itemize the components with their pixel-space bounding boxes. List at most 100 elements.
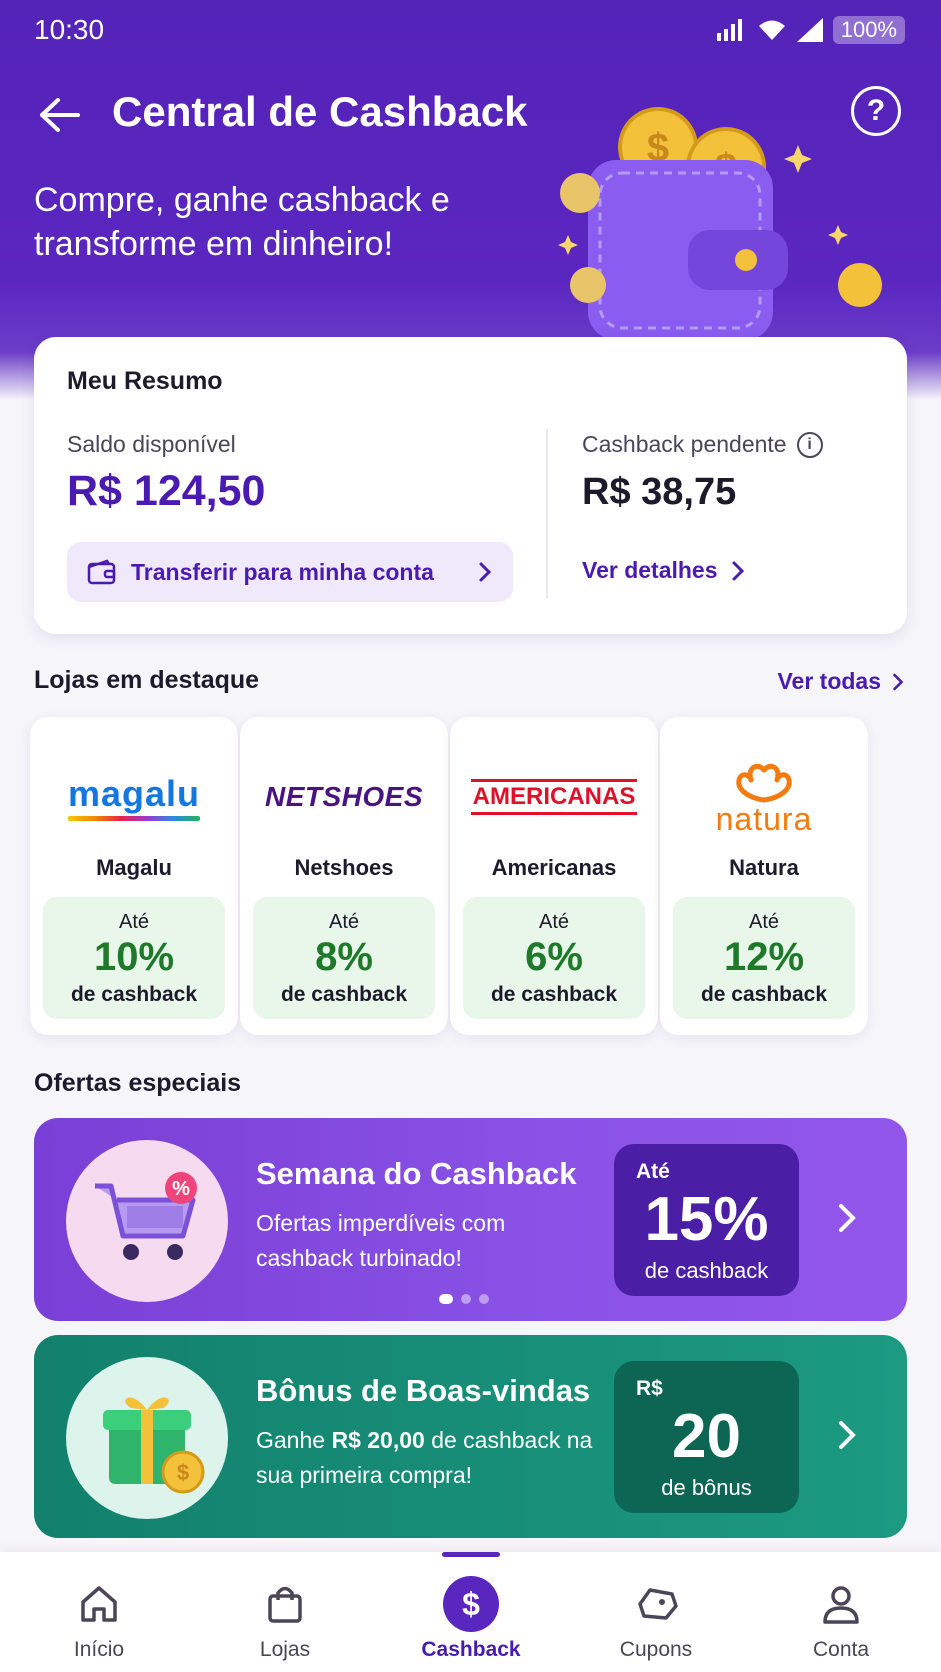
stores-section-title: Lojas em destaque: [34, 666, 260, 694]
hero-subtitle: Compre, ganhe cashback e transforme em d…: [34, 181, 450, 263]
details-link[interactable]: Ver detalhes: [582, 557, 746, 584]
store-card-americanas[interactable]: AMERICANAS Americanas Até 6% de cashback: [450, 717, 658, 1035]
offer-description: Ganhe R$ 20,00 de cashback na sua primei…: [256, 1423, 596, 1493]
store-logo: NETSHOES: [240, 757, 448, 837]
svg-text:%: %: [172, 1178, 190, 1200]
offer-desc-amount: R$ 20,00: [331, 1427, 425, 1453]
pending-value: R$ 38,75: [582, 471, 737, 513]
store-logo: natura: [660, 757, 868, 837]
chevron-right-icon: [893, 673, 904, 690]
pill-percent: 12%: [723, 935, 805, 979]
info-icon[interactable]: i: [796, 431, 823, 458]
offer-desc-pre: Ganhe: [256, 1427, 332, 1453]
chevron-right-icon: [479, 562, 492, 582]
nav-item-cashback[interactable]: $ Cashback: [396, 1566, 546, 1666]
nav-label: Conta: [812, 1638, 870, 1661]
transfer-button[interactable]: Transferir para minha conta: [67, 542, 513, 602]
offer-description: Ofertas imperdíveis com cashback turbina…: [256, 1210, 506, 1271]
status-bar: 10:30 100%: [0, 0, 941, 60]
nav-label: Início: [73, 1638, 125, 1661]
store-name: Netshoes: [294, 855, 394, 880]
nav-item-conta[interactable]: Conta: [766, 1566, 916, 1666]
cashback-pill: Até 10% de cashback: [43, 897, 225, 1019]
store-name: Natura: [729, 855, 799, 880]
pill-sub: de cashback: [490, 983, 618, 1006]
store-logo: magalu: [30, 757, 238, 837]
pill-upto: Até: [748, 911, 780, 933]
chevron-right-icon: [839, 1421, 856, 1449]
natura-logo-text: natura: [715, 801, 813, 837]
carousel-dot[interactable]: [461, 1294, 471, 1304]
signal-icon: [716, 19, 742, 41]
pending-label-text: Cashback pendente: [582, 431, 787, 457]
status-time: 10:30: [34, 14, 105, 45]
offer-badge: R$ 20 de bônus: [614, 1361, 799, 1513]
wallet-icon: [87, 559, 116, 585]
cashback-pill: Até 8% de cashback: [253, 897, 435, 1019]
badge-bottom: de bônus: [661, 1475, 752, 1500]
wifi-icon: [758, 20, 785, 40]
balance-value: R$ 124,50: [67, 467, 266, 515]
pill-sub: de cashback: [280, 983, 408, 1006]
carousel-dot[interactable]: [479, 1294, 489, 1304]
svg-text:$: $: [177, 1460, 189, 1485]
pill-sub: de cashback: [700, 983, 828, 1006]
pill-percent: 10%: [93, 935, 175, 979]
cashback-pill: Até 12% de cashback: [673, 897, 855, 1019]
featured-stores: magalu Magalu Até 10% de cashback NETSHO…: [30, 717, 912, 1035]
netshoes-logo: NETSHOES: [264, 781, 424, 812]
natura-flower-icon: [736, 763, 792, 803]
summary-divider: [546, 429, 548, 599]
store-card-magalu[interactable]: magalu Magalu Até 10% de cashback: [30, 717, 238, 1035]
badge-bottom: de cashback: [644, 1258, 769, 1283]
bottom-nav: Início Lojas $ Cashback Cupons Conta: [0, 1552, 941, 1672]
wallet-coins-illustration: $ $: [558, 107, 882, 340]
summary-title: Meu Resumo: [67, 367, 223, 395]
carousel-dots[interactable]: [439, 1294, 489, 1304]
chevron-right-icon: [732, 561, 744, 580]
carousel-dot-active[interactable]: [439, 1294, 453, 1304]
nav-active-indicator: [442, 1552, 500, 1557]
store-name: Americanas: [491, 855, 617, 880]
page-title: Central de Cashback: [112, 88, 528, 135]
see-all-link[interactable]: Ver todas: [777, 668, 905, 695]
nav-item-inicio[interactable]: Início: [24, 1566, 174, 1666]
store-logo: AMERICANAS: [450, 757, 658, 837]
nav-label: Cupons: [619, 1638, 693, 1661]
store-card-netshoes[interactable]: NETSHOES Netshoes Até 8% de cashback: [240, 717, 448, 1035]
offer-title: Bônus de Boas-vindas: [256, 1373, 591, 1408]
americanas-logo: AMERICANAS: [470, 779, 638, 815]
shopping-cart-icon: %: [95, 1172, 197, 1260]
gift-icon: $: [103, 1397, 205, 1494]
offer-illustration: %: [66, 1140, 228, 1302]
pending-label: Cashback pendente i: [582, 431, 823, 458]
summary-card: Meu Resumo Saldo disponível R$ 124,50 Tr…: [34, 337, 907, 634]
natura-logo: natura: [715, 760, 813, 837]
nav-item-lojas[interactable]: Lojas: [210, 1566, 360, 1666]
offer-card-welcome-bonus[interactable]: $ Bônus de Boas-vindas Ganhe R$ 20,00 de…: [34, 1335, 907, 1538]
shopping-bag-icon: [257, 1576, 313, 1632]
arrow-left-icon: [40, 98, 80, 132]
store-card-natura[interactable]: natura Natura Até 12% de cashback: [660, 717, 868, 1035]
offers-section-title: Ofertas especiais: [34, 1069, 242, 1097]
transfer-label: Transferir para minha conta: [131, 558, 434, 585]
offer-illustration: $: [66, 1357, 228, 1519]
chevron-right-icon: [839, 1204, 856, 1232]
pill-upto: Até: [118, 911, 150, 933]
offer-title: Semana do Cashback: [256, 1156, 577, 1191]
nav-label: Lojas: [259, 1638, 311, 1661]
pill-percent: 8%: [315, 935, 373, 979]
pill-sub: de cashback: [70, 983, 198, 1006]
nav-item-cupons[interactable]: Cupons: [581, 1566, 731, 1666]
store-name: Magalu: [96, 855, 172, 880]
status-icons: 100%: [716, 16, 905, 44]
offer-card-cashback-week[interactable]: % Semana do Cashback Ofertas imperdíveis…: [34, 1118, 907, 1321]
badge-value: 15%: [644, 1185, 769, 1254]
badge-value: 20: [672, 1402, 741, 1471]
offer-badge: Até 15% de cashback: [614, 1144, 799, 1296]
balance-label: Saldo disponível: [67, 431, 236, 457]
back-button[interactable]: [34, 90, 84, 140]
dollar-icon: $: [443, 1576, 499, 1632]
pill-percent: 6%: [525, 935, 583, 979]
home-icon: [71, 1576, 127, 1632]
